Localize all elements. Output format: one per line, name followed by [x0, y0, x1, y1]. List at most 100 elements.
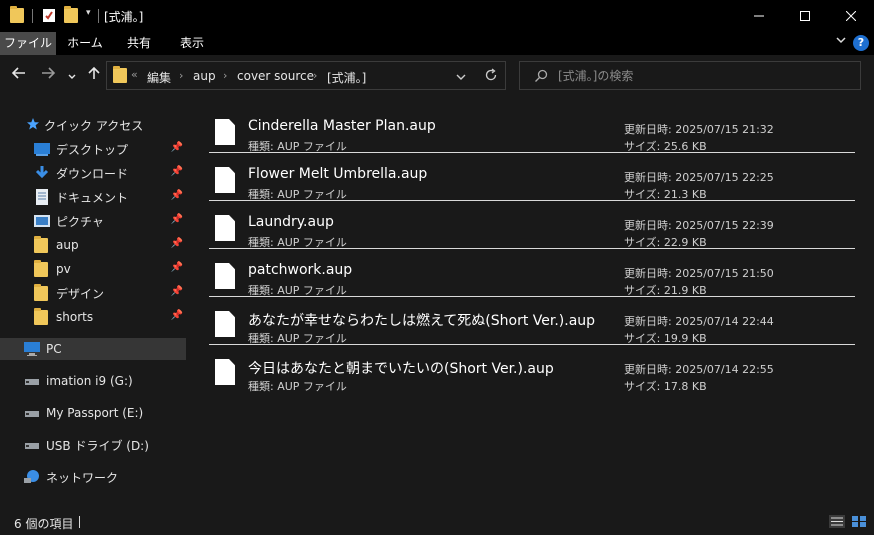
list-item[interactable]: Cinderella Master Plan.aup 種類: AUP ファイル …: [209, 105, 855, 153]
help-icon[interactable]: ?: [853, 35, 869, 51]
refresh-icon[interactable]: [484, 68, 498, 85]
up-button[interactable]: [86, 65, 102, 85]
breadcrumb-item[interactable]: [式浦。]: [327, 69, 366, 86]
folder-icon: [113, 66, 127, 83]
file-icon: [215, 263, 235, 289]
file-name: patchwork.aup: [248, 262, 353, 278]
folder-icon: [34, 260, 50, 277]
pin-icon[interactable]: 📌: [171, 142, 183, 153]
folder-icon: [34, 284, 50, 301]
sidebar-item-drive-e[interactable]: My Passport (E:): [0, 402, 186, 424]
file-list: Cinderella Master Plan.aup 種類: AUP ファイル …: [190, 98, 874, 510]
usb-drive-icon: [24, 437, 40, 453]
list-item[interactable]: Flower Melt Umbrella.aup 種類: AUP ファイル 更新…: [209, 153, 855, 201]
navigation-bar: « 編集 › aup › cover source › [式浦。]: [0, 55, 874, 98]
sidebar-item-downloads[interactable]: ダウンロード 📌: [0, 162, 186, 184]
list-item[interactable]: Laundry.aup 種類: AUP ファイル 更新日時: 2025/07/1…: [209, 201, 855, 249]
window-title: [式浦。]: [104, 10, 144, 24]
sidebar-item-label: ピクチャ: [56, 214, 104, 229]
sidebar-item-pc[interactable]: PC: [0, 338, 186, 360]
sidebar-item-aup[interactable]: aup 📌: [0, 234, 186, 256]
breadcrumb-item[interactable]: aup: [193, 69, 216, 83]
sidebar-item-drive-d[interactable]: USB ドライブ (D:): [0, 434, 186, 456]
chevron-right-icon[interactable]: ›: [313, 69, 317, 82]
sidebar-item-pv[interactable]: pv 📌: [0, 258, 186, 280]
sidebar-item-design[interactable]: デザイン 📌: [0, 282, 186, 304]
details-view-icon[interactable]: [829, 515, 845, 528]
pin-icon[interactable]: 📌: [171, 262, 183, 273]
properties-icon[interactable]: [42, 8, 56, 23]
pin-icon[interactable]: 📌: [171, 214, 183, 225]
file-name: 今日はあなたと朝までいたいの(Short Ver.).aup: [248, 361, 554, 377]
download-icon: [34, 165, 50, 181]
tab-file[interactable]: ファイル: [0, 32, 56, 55]
status-divider: [79, 516, 80, 528]
sidebar-item-label: デスクトップ: [56, 142, 129, 157]
title-bar: ▾ [式浦。]: [0, 0, 874, 32]
file-modified: 更新日時: 2025/07/15 22:39: [624, 219, 774, 232]
expand-ribbon-icon[interactable]: [835, 34, 847, 49]
pin-icon[interactable]: 📌: [171, 190, 183, 201]
large-icons-view-icon[interactable]: [851, 515, 867, 528]
tab-view[interactable]: 表示: [172, 32, 212, 55]
sidebar-item-label: クイック アクセス: [44, 118, 144, 133]
file-icon: [215, 119, 235, 145]
chevron-right-icon[interactable]: ›: [223, 69, 227, 82]
sidebar-item-documents[interactable]: ドキュメント 📌: [0, 186, 186, 208]
tab-share[interactable]: 共有: [118, 32, 160, 55]
sidebar-item-label: aup: [56, 238, 79, 252]
file-name: Flower Melt Umbrella.aup: [248, 166, 428, 182]
sidebar-item-pictures[interactable]: ピクチャ 📌: [0, 210, 186, 232]
search-input[interactable]: [558, 67, 848, 85]
folder-icon: [34, 308, 50, 325]
pin-icon[interactable]: 📌: [171, 238, 183, 249]
recent-locations-icon[interactable]: [67, 67, 77, 86]
breadcrumb-item[interactable]: cover source: [237, 69, 314, 83]
tab-home[interactable]: ホーム: [60, 32, 110, 55]
sidebar-item-drive-g[interactable]: imation i9 (G:): [0, 370, 186, 392]
list-item[interactable]: あなたが幸せならわたしは燃えて死ぬ(Short Ver.).aup 種類: AU…: [209, 297, 855, 345]
folder-icon: [34, 236, 50, 253]
sidebar-item-quick-access[interactable]: クイック アクセス: [0, 114, 186, 136]
sidebar-item-shorts[interactable]: shorts 📌: [0, 306, 186, 328]
sidebar-item-label: ネットワーク: [46, 470, 119, 485]
file-modified: 更新日時: 2025/07/14 22:44: [624, 315, 774, 328]
file-icon: [215, 167, 235, 193]
sidebar-item-label: ドキュメント: [56, 190, 129, 205]
file-modified: 更新日時: 2025/07/15 22:25: [624, 171, 774, 184]
maximize-button[interactable]: [782, 0, 828, 32]
file-icon: [215, 359, 235, 385]
chevron-right-icon[interactable]: ›: [179, 69, 183, 82]
back-button[interactable]: [11, 65, 27, 85]
file-icon: [215, 215, 235, 241]
file-size: サイズ: 17.8 KB: [624, 380, 707, 393]
pin-icon[interactable]: 📌: [171, 166, 183, 177]
sidebar-item-desktop[interactable]: デスクトップ 📌: [0, 138, 186, 160]
breadcrumb-item[interactable]: 編集: [147, 69, 171, 86]
forward-button[interactable]: [40, 65, 56, 85]
item-count: 6 個の項目: [14, 517, 74, 531]
close-button[interactable]: [828, 0, 874, 32]
file-type: 種類: AUP ファイル: [248, 380, 347, 393]
search-box[interactable]: [519, 61, 861, 90]
list-item[interactable]: patchwork.aup 種類: AUP ファイル 更新日時: 2025/07…: [209, 249, 855, 297]
list-item[interactable]: 今日はあなたと朝までいたいの(Short Ver.).aup 種類: AUP フ…: [209, 345, 855, 393]
usb-drive-icon: [24, 373, 40, 389]
pin-icon[interactable]: 📌: [171, 286, 183, 297]
status-bar: 6 個の項目: [0, 510, 874, 535]
minimize-button[interactable]: [736, 0, 782, 32]
address-bar[interactable]: « 編集 › aup › cover source › [式浦。]: [106, 61, 506, 90]
pin-icon[interactable]: 📌: [171, 310, 183, 321]
file-modified: 更新日時: 2025/07/14 22:55: [624, 363, 774, 376]
toolbar-divider: [32, 9, 33, 23]
new-folder-icon[interactable]: [64, 6, 78, 23]
chevron-down-icon[interactable]: [455, 71, 467, 85]
customize-toolbar-icon[interactable]: ▾: [86, 8, 91, 18]
navigation-pane: クイック アクセス デスクトップ 📌 ダウンロード 📌 ドキュメント 📌 ピクチ…: [0, 98, 190, 510]
search-icon: [534, 69, 548, 86]
breadcrumb-overflow[interactable]: «: [131, 68, 138, 81]
sidebar-item-network[interactable]: ネットワーク: [0, 466, 186, 488]
file-modified: 更新日時: 2025/07/15 21:50: [624, 267, 774, 280]
file-name: あなたが幸せならわたしは燃えて死ぬ(Short Ver.).aup: [248, 313, 596, 329]
file-icon: [215, 311, 235, 337]
